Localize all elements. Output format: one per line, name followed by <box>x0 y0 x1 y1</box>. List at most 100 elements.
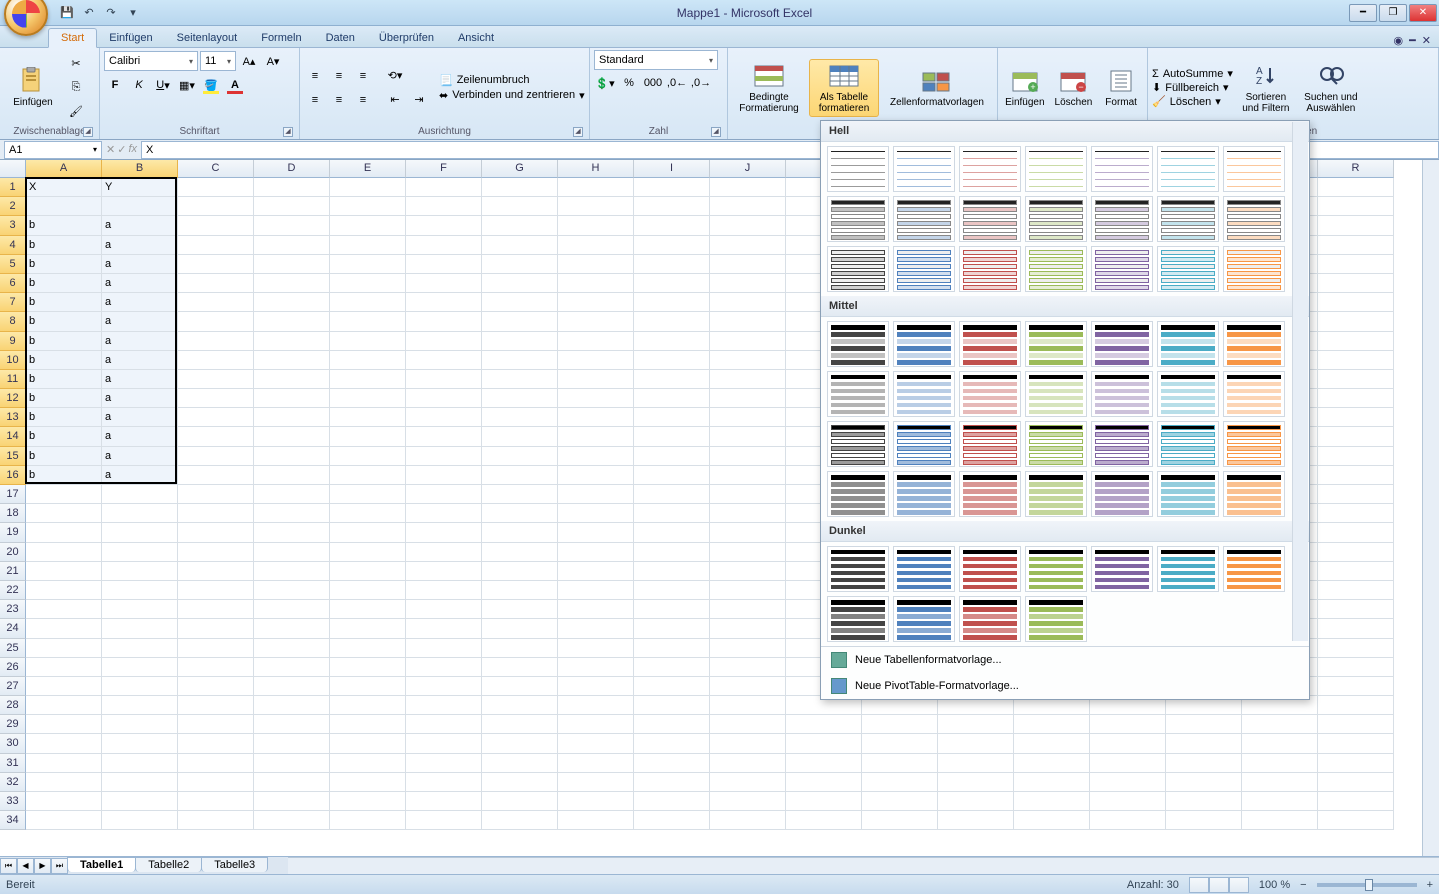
cell[interactable]: b <box>26 236 102 255</box>
cell[interactable] <box>254 715 330 734</box>
row-header[interactable]: 10 <box>0 351 26 370</box>
cell[interactable] <box>1318 639 1394 658</box>
cell[interactable] <box>406 754 482 773</box>
number-format-combo[interactable]: Standard▾ <box>594 50 718 70</box>
cell[interactable] <box>558 811 634 830</box>
cell[interactable] <box>330 658 406 677</box>
cell[interactable] <box>482 658 558 677</box>
cell[interactable] <box>634 734 710 753</box>
cell[interactable] <box>406 178 482 197</box>
cell[interactable] <box>1318 562 1394 581</box>
save-icon[interactable]: 💾 <box>58 4 76 22</box>
cell[interactable] <box>254 773 330 792</box>
cell[interactable] <box>482 811 558 830</box>
fill-button[interactable]: ⬇ Füllbereich ▾ <box>1152 81 1233 94</box>
cell[interactable] <box>178 600 254 619</box>
cell[interactable] <box>482 447 558 466</box>
cell[interactable] <box>102 677 178 696</box>
cell[interactable]: a <box>102 274 178 293</box>
cell[interactable] <box>634 773 710 792</box>
row-header[interactable]: 9 <box>0 332 26 351</box>
cell[interactable] <box>1090 773 1166 792</box>
cell[interactable] <box>710 543 786 562</box>
cell[interactable] <box>862 792 938 811</box>
cell[interactable] <box>710 696 786 715</box>
cell[interactable] <box>254 236 330 255</box>
cell[interactable] <box>558 504 634 523</box>
cell[interactable] <box>254 408 330 427</box>
cell[interactable] <box>406 600 482 619</box>
table-style-thumb[interactable] <box>893 371 955 417</box>
cell[interactable] <box>330 543 406 562</box>
cell[interactable] <box>482 754 558 773</box>
maximize-button[interactable]: ❐ <box>1379 4 1407 22</box>
cell[interactable] <box>1318 236 1394 255</box>
font-color-icon[interactable]: A <box>224 74 246 96</box>
cell[interactable] <box>1318 677 1394 696</box>
row-header[interactable]: 2 <box>0 197 26 216</box>
table-style-thumb[interactable] <box>893 471 955 517</box>
font-launcher[interactable]: ◢ <box>283 127 293 137</box>
cell[interactable] <box>406 658 482 677</box>
cell[interactable] <box>558 696 634 715</box>
table-style-thumb[interactable] <box>827 146 889 192</box>
cell[interactable] <box>482 466 558 485</box>
cell[interactable] <box>710 466 786 485</box>
cell[interactable] <box>254 216 330 235</box>
table-style-thumb[interactable] <box>1157 371 1219 417</box>
cell[interactable] <box>330 389 406 408</box>
column-header[interactable]: H <box>558 160 634 178</box>
cell[interactable] <box>634 351 710 370</box>
clipboard-launcher[interactable]: ◢ <box>83 127 93 137</box>
cell[interactable] <box>330 408 406 427</box>
table-style-thumb[interactable] <box>827 421 889 467</box>
cell[interactable] <box>786 754 862 773</box>
cell[interactable] <box>406 332 482 351</box>
cell[interactable] <box>406 811 482 830</box>
vertical-scrollbar[interactable] <box>1422 160 1439 856</box>
cell[interactable] <box>710 523 786 542</box>
row-header[interactable]: 34 <box>0 811 26 830</box>
cell[interactable] <box>254 677 330 696</box>
wrap-text-button[interactable]: 📃 Zeilenumbruch <box>439 74 585 87</box>
cell[interactable] <box>1318 773 1394 792</box>
cell[interactable] <box>1166 811 1242 830</box>
cell[interactable] <box>1242 734 1318 753</box>
row-header[interactable]: 3 <box>0 216 26 235</box>
sheet-tab-3[interactable]: Tabelle3 <box>201 857 268 872</box>
cell[interactable] <box>102 696 178 715</box>
cell[interactable] <box>406 274 482 293</box>
table-style-thumb[interactable] <box>1091 146 1153 192</box>
column-header[interactable]: C <box>178 160 254 178</box>
cell[interactable]: b <box>26 293 102 312</box>
cell[interactable]: b <box>26 312 102 331</box>
view-break-icon[interactable] <box>1229 877 1249 893</box>
cell[interactable] <box>482 197 558 216</box>
cell[interactable] <box>634 332 710 351</box>
zoom-out-icon[interactable]: − <box>1300 879 1306 891</box>
table-style-thumb[interactable] <box>1025 246 1087 292</box>
cell[interactable] <box>482 485 558 504</box>
cell[interactable]: b <box>26 389 102 408</box>
cell[interactable] <box>406 792 482 811</box>
table-style-thumb[interactable] <box>827 596 889 642</box>
row-header[interactable]: 16 <box>0 466 26 485</box>
cell[interactable] <box>482 734 558 753</box>
table-style-thumb[interactable] <box>1091 321 1153 367</box>
cell[interactable] <box>178 255 254 274</box>
table-style-thumb[interactable] <box>1025 596 1087 642</box>
cell[interactable] <box>406 389 482 408</box>
cell[interactable] <box>26 504 102 523</box>
cell[interactable] <box>938 792 1014 811</box>
help-icon[interactable]: ◉ <box>1394 34 1404 47</box>
cell[interactable] <box>786 715 862 734</box>
cell[interactable] <box>482 600 558 619</box>
cell[interactable] <box>1318 351 1394 370</box>
sheet-tab-1[interactable]: Tabelle1 <box>67 857 136 872</box>
cell[interactable]: a <box>102 408 178 427</box>
cell[interactable] <box>26 485 102 504</box>
cell[interactable] <box>482 504 558 523</box>
row-header[interactable]: 29 <box>0 715 26 734</box>
cell[interactable] <box>558 197 634 216</box>
cell[interactable] <box>330 178 406 197</box>
